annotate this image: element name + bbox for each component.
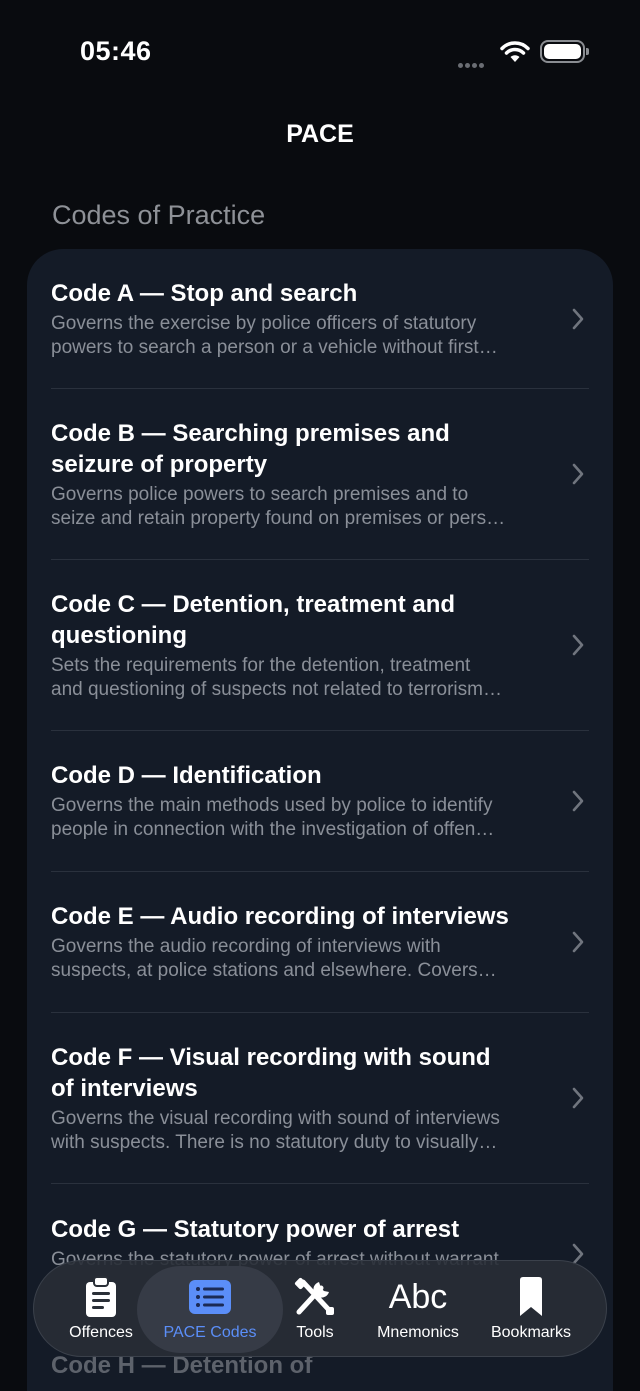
tab-label: Offences bbox=[69, 1324, 133, 1341]
code-description: Sets the requirements for the detention,… bbox=[51, 654, 502, 700]
section-header: Codes of Practice bbox=[52, 200, 266, 230]
chevron-right-icon bbox=[572, 308, 584, 329]
code-description: Governs police powers to search premises… bbox=[51, 483, 506, 529]
tab-bar: Offences PACE Codes Tools Abc Mnemonics … bbox=[33, 1260, 607, 1357]
code-title: Code D — Identification bbox=[51, 762, 322, 789]
tab-tools[interactable]: Tools bbox=[282, 1261, 348, 1358]
battery-icon bbox=[540, 40, 589, 63]
list-item-code-f[interactable]: Code F — Visual recording with sound of i… bbox=[27, 1013, 613, 1183]
code-description: Governs the visual recording with sound … bbox=[51, 1107, 500, 1153]
status-bar: 05:46 bbox=[0, 0, 640, 100]
tab-label: PACE Codes bbox=[163, 1324, 257, 1341]
chevron-right-icon bbox=[572, 1087, 584, 1109]
code-title: Code C — Detention, treatment and questio… bbox=[51, 590, 456, 649]
codes-list: Code A — Stop and search Governs the exe… bbox=[27, 249, 613, 1391]
chevron-right-icon bbox=[572, 634, 584, 656]
chevron-right-icon bbox=[572, 931, 584, 953]
code-title: Code F — Visual recording with sound of i… bbox=[51, 1043, 491, 1102]
tools-icon bbox=[293, 1276, 337, 1318]
abc-icon: Abc bbox=[388, 1278, 448, 1316]
code-description: Governs the main methods used by police … bbox=[51, 795, 495, 840]
code-description: Governs the audio recording of interview… bbox=[51, 936, 497, 981]
tab-label: Bookmarks bbox=[490, 1324, 572, 1341]
tab-mnemonics[interactable]: Abc Mnemonics bbox=[366, 1261, 470, 1358]
list-item-code-b[interactable]: Code B — Searching premises and seizure o… bbox=[27, 389, 613, 559]
bookmark-icon bbox=[517, 1276, 545, 1318]
tab-label: Mnemonics bbox=[377, 1324, 459, 1341]
signal-icon bbox=[458, 55, 486, 73]
list-icon bbox=[188, 1276, 232, 1318]
list-item-code-a[interactable]: Code A — Stop and search Governs the exe… bbox=[27, 249, 613, 388]
chevron-right-icon bbox=[572, 790, 584, 812]
wifi-icon bbox=[500, 41, 530, 62]
code-title: Code G — Statutory power of arrest bbox=[51, 1216, 460, 1243]
clipboard-icon bbox=[84, 1276, 118, 1318]
tab-offences[interactable]: Offences bbox=[56, 1261, 146, 1358]
status-time: 05:46 bbox=[80, 36, 152, 66]
code-title: Code B — Searching premises and seizure o… bbox=[51, 419, 450, 478]
tab-bookmarks[interactable]: Bookmarks bbox=[484, 1261, 578, 1358]
code-title: Code E — Audio recording of interviews bbox=[51, 903, 509, 930]
code-description: Governs the exercise by police officers … bbox=[51, 312, 498, 358]
list-item-code-c[interactable]: Code C — Detention, treatment and questio… bbox=[27, 560, 613, 730]
list-item-code-e[interactable]: Code E — Audio recording of interviews G… bbox=[27, 872, 613, 1012]
code-title: Code A — Stop and search bbox=[51, 279, 358, 307]
list-item-code-d[interactable]: Code D — Identification Governs the main… bbox=[27, 731, 613, 871]
tab-pace-codes[interactable]: PACE Codes bbox=[137, 1266, 283, 1353]
page-title: PACE bbox=[286, 120, 354, 148]
tab-label: Tools bbox=[296, 1324, 334, 1341]
chevron-right-icon bbox=[572, 463, 584, 485]
